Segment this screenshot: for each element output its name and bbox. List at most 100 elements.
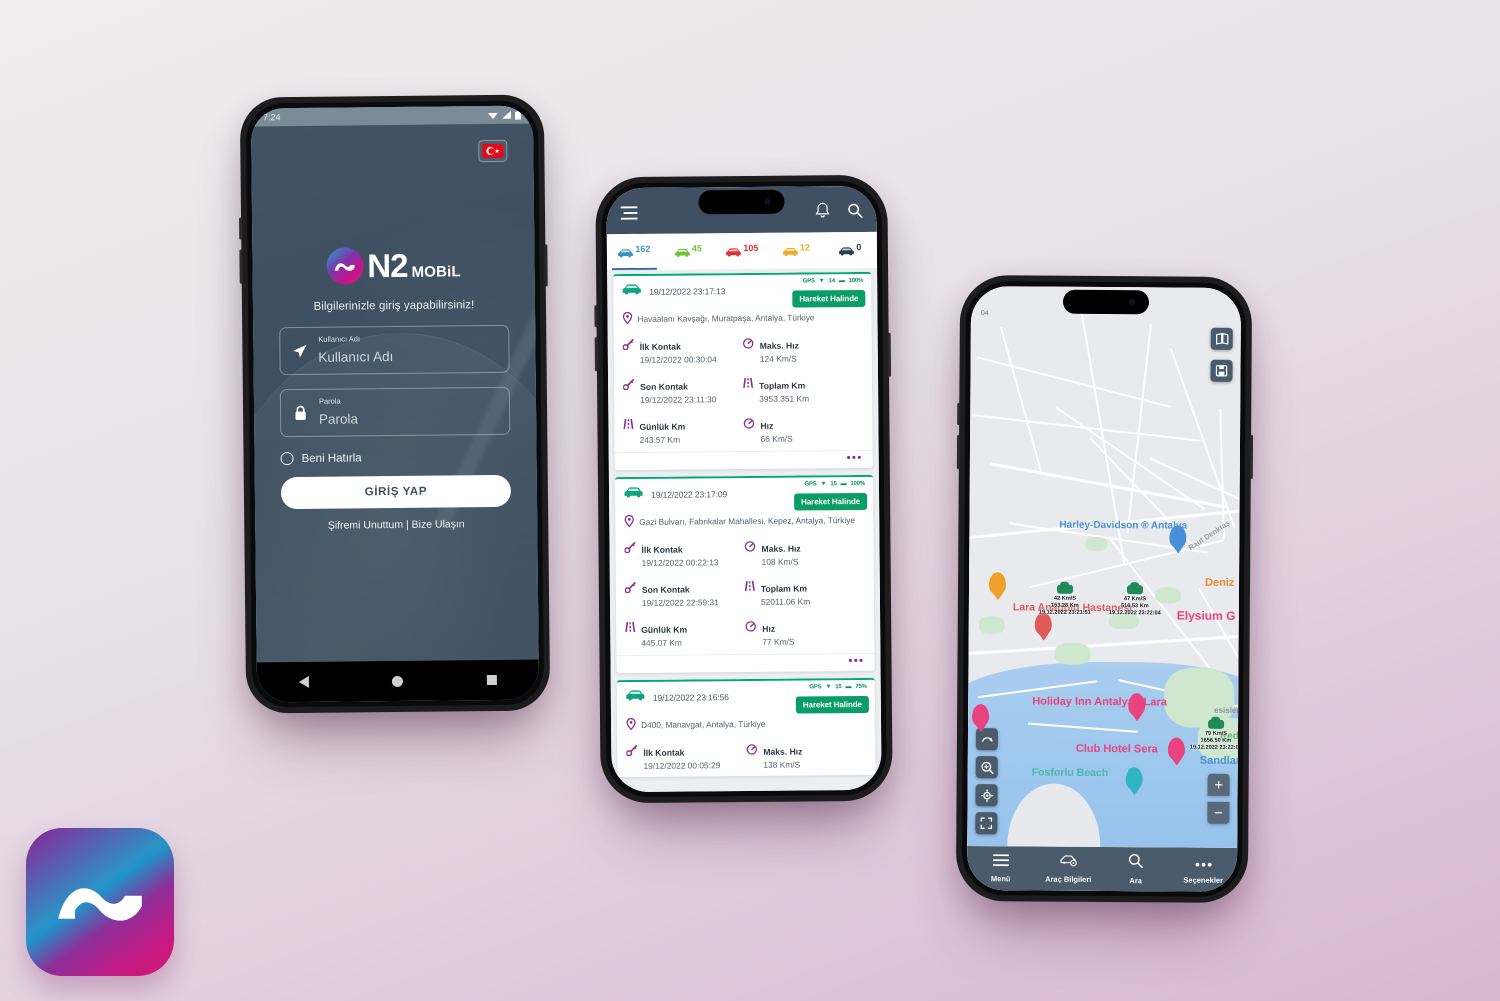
map-bottom-navigation: Menü Araç Bilgileri Ara Seçenekler bbox=[966, 846, 1238, 892]
map-canvas[interactable]: + − Harley-Davidson ® Antalya Rauf Denkta… bbox=[967, 286, 1242, 848]
battery-icon-small: ▬ bbox=[845, 683, 852, 690]
map-nav-label: Araç Bilgileri bbox=[1045, 874, 1092, 884]
remember-me-radio[interactable] bbox=[280, 452, 294, 466]
login-help-links[interactable]: Şifremi Unuttum | Bize Ulaşın bbox=[281, 518, 511, 532]
zoom-out-button[interactable]: − bbox=[1207, 801, 1230, 824]
map-road bbox=[1198, 588, 1242, 668]
status-badge: Hareket Halinde bbox=[794, 492, 868, 511]
map-vehicle-marker[interactable] bbox=[1208, 719, 1225, 729]
power-button-3[interactable] bbox=[1249, 435, 1254, 480]
vehicle-card[interactable]: 19/12/2022 23:17:09 GPS ▼ 15 ▬ 100% Hare… bbox=[614, 474, 875, 673]
fullscreen-button[interactable] bbox=[975, 812, 998, 835]
card-header: 19/12/2022 23:17:09 GPS ▼ 15 ▬ 100% Hare… bbox=[615, 477, 873, 511]
map-vehicle-marker[interactable] bbox=[1126, 585, 1144, 595]
gps-status-row: GPS ▼ 14 ▬ 100% bbox=[803, 278, 864, 285]
battery-icon bbox=[514, 110, 522, 120]
n2mobil-app-icon[interactable] bbox=[26, 828, 174, 976]
search-icon[interactable] bbox=[848, 202, 863, 222]
home-button-icon[interactable] bbox=[392, 675, 404, 687]
vehicle-car-icon bbox=[623, 485, 644, 503]
hotel-pin[interactable] bbox=[972, 704, 990, 733]
status-tab-idle[interactable]: 12 bbox=[769, 239, 823, 261]
login-button[interactable]: GİRİŞ YAP bbox=[280, 474, 512, 510]
stat-label: Hız bbox=[762, 623, 776, 634]
photo-pin[interactable] bbox=[1125, 767, 1143, 796]
map-place-label: Sandland bbox=[1199, 754, 1242, 768]
lock-icon bbox=[291, 405, 311, 421]
signal-icon bbox=[502, 110, 512, 119]
map-nav-item-seçenekler[interactable]: Seçenekler bbox=[1169, 847, 1237, 891]
vehicle-card[interactable]: 19/12/2022 23:16:56 GPS ▼ 15 ▬ 75% Harek… bbox=[616, 677, 876, 778]
stat-icon bbox=[743, 416, 755, 434]
power-button-2[interactable] bbox=[887, 332, 892, 377]
vehicle-cards-list[interactable]: 19/12/2022 23:17:13 GPS ▼ 14 ▬ 100% Hare… bbox=[607, 268, 882, 792]
car-icon-stopped bbox=[725, 244, 742, 262]
map-place-label: Rauf Denktaş bbox=[1186, 518, 1232, 553]
map-screen: 04 + − Harley-Davidson ® Antalya Rauf De… bbox=[966, 286, 1242, 892]
card-footer: ••• bbox=[614, 449, 873, 470]
vehicle-address: Gazi Bulvarı, Fabrikalar Mahallesi, Kepe… bbox=[639, 514, 855, 527]
tab-count-idle: 12 bbox=[799, 242, 810, 253]
notifications-icon[interactable] bbox=[815, 202, 830, 223]
remember-me-row[interactable]: Beni Hatırla bbox=[280, 450, 510, 466]
map-place-label: Elysium G bbox=[1176, 608, 1236, 623]
save-button[interactable] bbox=[1210, 359, 1233, 382]
stat-icon bbox=[745, 619, 756, 637]
satellite-icon: ▼ bbox=[818, 278, 825, 285]
stat-cell: Toplam Km 3953.351 Km bbox=[743, 370, 863, 411]
zoom-in-button[interactable]: + bbox=[1207, 773, 1230, 796]
map-vehicle-info-label: 42 Km/S 153.28 Km 19.12.2022 23:21:51 bbox=[1033, 596, 1097, 617]
status-tab-moving[interactable]: 45 bbox=[661, 240, 715, 262]
card-more-button[interactable]: ••• bbox=[847, 452, 863, 464]
volume-up-button-2[interactable] bbox=[594, 305, 598, 328]
map-place-label: Deniz bbox=[1205, 576, 1235, 589]
gps-label: GPS bbox=[809, 683, 822, 690]
power-button[interactable] bbox=[544, 244, 548, 287]
volume-down-button-2[interactable] bbox=[594, 337, 598, 372]
volume-down-button-3[interactable] bbox=[956, 434, 961, 469]
map-green-area bbox=[978, 616, 1005, 635]
stat-value: 19/12/2022 00:30:04 bbox=[639, 354, 717, 365]
map-nav-item-araç-bilgileri[interactable]: Araç Bilgileri bbox=[1034, 847, 1102, 891]
back-button-icon[interactable] bbox=[298, 675, 309, 689]
zoom-search-button[interactable] bbox=[975, 756, 998, 779]
volume-down-button[interactable] bbox=[239, 249, 243, 284]
vehicle-stats-grid: İlk Kontak 19/12/2022 00:22:13 Maks. Hız… bbox=[615, 531, 874, 655]
restaurant-icon[interactable] bbox=[988, 572, 1007, 601]
wave-logo-icon bbox=[54, 876, 146, 928]
status-tab-offline[interactable]: 0 bbox=[823, 239, 877, 261]
vehicle-card[interactable]: 19/12/2022 23:17:13 GPS ▼ 14 ▬ 100% Hare… bbox=[613, 271, 873, 470]
hamburger-filter-icon[interactable] bbox=[620, 206, 638, 225]
wave-icon bbox=[334, 260, 356, 272]
stat-icon bbox=[622, 337, 634, 355]
stat-value: 19/12/2022 00:22:13 bbox=[641, 556, 719, 568]
card-more-button[interactable]: ••• bbox=[848, 654, 864, 666]
username-field[interactable]: Kullanıcı Adı bbox=[279, 324, 510, 376]
locate-button[interactable] bbox=[975, 784, 998, 807]
recents-button-icon[interactable] bbox=[486, 674, 498, 686]
shopping-pin[interactable] bbox=[1169, 525, 1187, 554]
map-vehicle-marker[interactable] bbox=[1056, 584, 1074, 594]
map-nav-item-ara[interactable]: Ara bbox=[1102, 847, 1170, 891]
marker-time: 19.12.2022 23:22:04 bbox=[1189, 744, 1242, 751]
stat-cell: Günlük Km 243.57 Km bbox=[623, 411, 743, 452]
hotel-pin[interactable] bbox=[1167, 737, 1185, 766]
brand-name: N2 bbox=[367, 246, 408, 285]
volume-up-button[interactable] bbox=[239, 217, 243, 240]
satellite-icon: ▼ bbox=[825, 683, 832, 690]
stat-value: 52011.06 Km bbox=[760, 596, 811, 607]
stat-cell: Hız 77 Km/S bbox=[745, 613, 865, 654]
volume-up-button-3[interactable] bbox=[957, 402, 961, 425]
android-navigation-bar bbox=[256, 659, 540, 703]
hotel-pin[interactable] bbox=[1128, 693, 1146, 722]
stat-icon bbox=[625, 742, 638, 760]
car-icon-moving bbox=[674, 244, 691, 262]
status-tab-stopped[interactable]: 105 bbox=[715, 240, 769, 262]
language-flag-button[interactable]: ★ bbox=[478, 139, 508, 163]
stat-label: İlk Kontak bbox=[643, 747, 685, 758]
map-layers-button[interactable] bbox=[1210, 327, 1233, 350]
status-tab-all[interactable]: 162 bbox=[607, 241, 661, 263]
dynamic-island-3 bbox=[1062, 289, 1150, 315]
map-nav-item-menü[interactable]: Menü bbox=[967, 846, 1035, 890]
password-field[interactable]: Parola bbox=[279, 386, 511, 438]
